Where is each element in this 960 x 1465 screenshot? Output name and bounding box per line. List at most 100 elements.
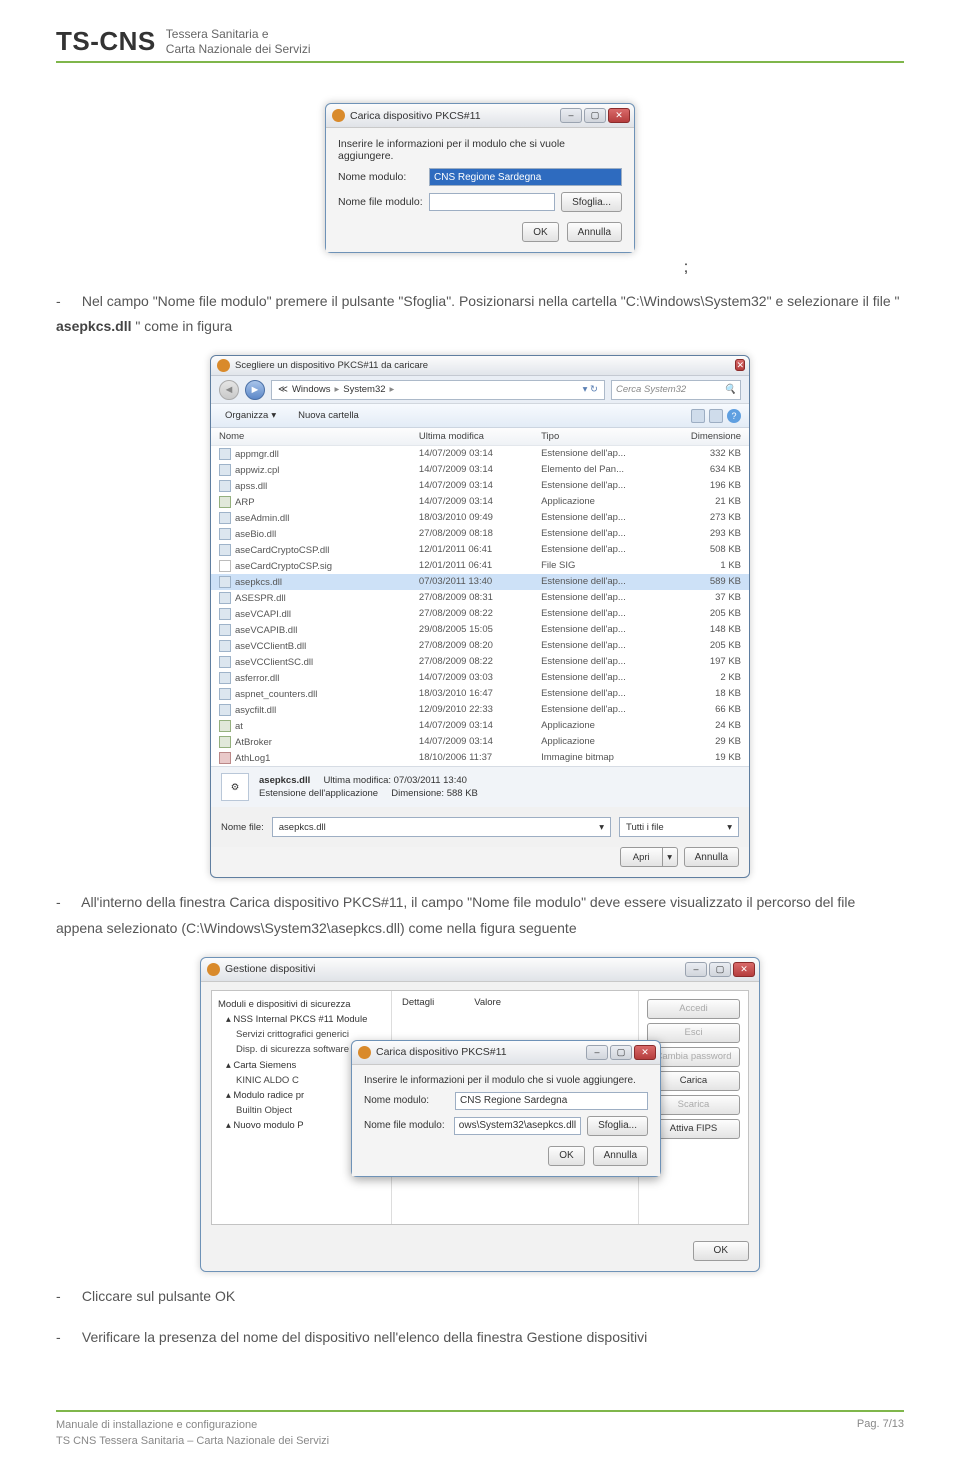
nav-forward-icon[interactable]: ► xyxy=(245,380,265,400)
filedlg-titlebar[interactable]: Scegliere un dispositivo PKCS#11 da cari… xyxy=(211,356,749,376)
file-row[interactable]: aseVCClientB.dll27/08/2009 08:20Estensio… xyxy=(211,638,749,654)
maximize-button[interactable]: ▢ xyxy=(709,962,731,977)
detail-col2: Valore xyxy=(474,997,501,1008)
close-button[interactable]: ✕ xyxy=(634,1045,656,1060)
overlay-title: Carica dispositivo PKCS#11 xyxy=(376,1046,507,1058)
file-row[interactable]: aseVCAPIB.dll29/08/2005 15:05Estensione … xyxy=(211,622,749,638)
file-row[interactable]: aseAdmin.dll18/03/2010 09:49Estensione d… xyxy=(211,510,749,526)
file-row[interactable]: aseCardCryptoCSP.sig12/01/2011 06:41File… xyxy=(211,558,749,574)
file-icon xyxy=(219,480,231,492)
maximize-button[interactable]: ▢ xyxy=(610,1045,632,1060)
filter-dropdown[interactable]: Tutti i file ▾ xyxy=(619,817,739,837)
module-file-input[interactable] xyxy=(429,193,555,211)
search-input[interactable]: Cerca System32 🔍 xyxy=(611,380,741,400)
browse-button[interactable]: Sfoglia... xyxy=(587,1116,648,1136)
cancel-button[interactable]: Annulla xyxy=(684,847,739,867)
col-size[interactable]: Dimensione xyxy=(663,431,741,442)
step3-text: Cliccare sul pulsante OK xyxy=(82,1288,235,1304)
file-row[interactable]: appwiz.cpl14/07/2009 03:14Elemento del P… xyxy=(211,462,749,478)
help-icon[interactable]: ? xyxy=(727,409,741,423)
filter-value: Tutti i file xyxy=(626,822,664,833)
preview-pane: ⚙ asepkcs.dll Ultima modifica: 07/03/201… xyxy=(211,766,749,807)
step-3: - Cliccare sul pulsante OK xyxy=(56,1284,904,1309)
file-icon xyxy=(219,512,231,524)
file-row[interactable]: at14/07/2009 03:14Applicazione24 KB xyxy=(211,718,749,734)
preview-name: asepkcs.dll xyxy=(259,775,310,786)
cancel-button[interactable]: Annulla xyxy=(567,222,622,242)
ok-button[interactable]: OK xyxy=(693,1241,749,1261)
address-bar[interactable]: ≪ Windows ▸ System32 ▸ ▾ ↻ xyxy=(271,380,605,400)
close-button[interactable]: ✕ xyxy=(733,962,755,977)
col-type[interactable]: Tipo xyxy=(541,431,663,442)
dialog-titlebar[interactable]: Carica dispositivo PKCS#11 – ▢ ✕ xyxy=(326,104,634,128)
col-date[interactable]: Ultima modifica xyxy=(419,431,541,442)
preview-size-label: Dimensione: xyxy=(391,788,444,799)
preview-type: Estensione dell'applicazione xyxy=(259,788,378,799)
minimize-button[interactable]: – xyxy=(560,108,582,123)
file-icon xyxy=(219,688,231,700)
detail-col1: Dettagli xyxy=(402,997,434,1008)
ok-button[interactable]: OK xyxy=(548,1146,584,1166)
file-row[interactable]: aseVCClientSC.dll27/08/2009 08:22Estensi… xyxy=(211,654,749,670)
firefox-icon xyxy=(358,1046,371,1059)
browse-button[interactable]: Sfoglia... xyxy=(561,192,622,212)
open-file-dialog: Scegliere un dispositivo PKCS#11 da cari… xyxy=(210,355,750,878)
module-name-input[interactable]: CNS Regione Sardegna xyxy=(429,168,622,186)
pkcs11-dialog-overlay: Carica dispositivo PKCS#11 – ▢ ✕ Inserir… xyxy=(351,1040,661,1177)
logout-button[interactable]: Esci xyxy=(647,1023,740,1043)
file-row[interactable]: ARP14/07/2009 03:14Applicazione21 KB xyxy=(211,494,749,510)
step-1: - Nel campo "Nome file modulo" premere i… xyxy=(56,289,904,339)
step1-c: " come in figura xyxy=(135,318,232,334)
file-row[interactable]: asferror.dll14/07/2009 03:03Estensione d… xyxy=(211,670,749,686)
open-button[interactable]: Apri ▾ xyxy=(620,847,678,867)
file-list[interactable]: Nome Ultima modifica Tipo Dimensione app… xyxy=(211,428,749,766)
preview-icon[interactable] xyxy=(709,409,723,423)
step4-text: Verificare la presenza del nome del disp… xyxy=(82,1329,647,1345)
ok-button[interactable]: OK xyxy=(522,222,558,242)
file-row[interactable]: asycfilt.dll12/09/2010 22:33Estensione d… xyxy=(211,702,749,718)
file-row[interactable]: aseBio.dll27/08/2009 08:18Estensione del… xyxy=(211,526,749,542)
page-number: Pag. 7/13 xyxy=(857,1418,904,1449)
file-list-header[interactable]: Nome Ultima modifica Tipo Dimensione xyxy=(211,428,749,446)
file-row[interactable]: AthLog118/10/2006 11:37Immagine bitmap19… xyxy=(211,750,749,766)
new-folder-button[interactable]: Nuova cartella xyxy=(292,407,365,425)
nav-back-icon[interactable]: ◄ xyxy=(219,380,239,400)
device-manager-dialog: Gestione dispositivi – ▢ ✕ Moduli e disp… xyxy=(200,957,760,1272)
overlay-name-input[interactable]: CNS Regione Sardegna xyxy=(455,1092,648,1110)
overlay-file-label: Nome file modulo: xyxy=(364,1120,448,1131)
file-icon xyxy=(219,560,231,572)
filename-input[interactable]: asepkcs.dll ▾ xyxy=(272,817,611,837)
file-row[interactable]: aspnet_counters.dll18/03/2010 16:47Esten… xyxy=(211,686,749,702)
file-row[interactable]: aseVCAPI.dll27/08/2009 08:22Estensione d… xyxy=(211,606,749,622)
filename-value: asepkcs.dll xyxy=(279,822,326,833)
file-row[interactable]: appmgr.dll14/07/2009 03:14Estensione del… xyxy=(211,446,749,462)
minimize-button[interactable]: – xyxy=(586,1045,608,1060)
file-icon xyxy=(219,640,231,652)
file-row[interactable]: aseCardCryptoCSP.dll12/01/2011 06:41Este… xyxy=(211,542,749,558)
step-2: - All'interno della finestra Carica disp… xyxy=(56,890,904,940)
file-icon xyxy=(219,544,231,556)
maximize-button[interactable]: ▢ xyxy=(584,108,606,123)
tree-node[interactable]: ▴ NSS Internal PKCS #11 Module xyxy=(218,1012,385,1027)
overlay-instruction: Inserire le informazioni per il modulo c… xyxy=(364,1075,648,1086)
overlay-titlebar[interactable]: Carica dispositivo PKCS#11 – ▢ ✕ xyxy=(352,1041,660,1065)
file-row[interactable]: apss.dll14/07/2009 03:14Estensione dell'… xyxy=(211,478,749,494)
organize-button[interactable]: Organizza ▾ xyxy=(219,407,282,425)
open-dropdown[interactable]: ▾ xyxy=(662,847,678,867)
col-name[interactable]: Nome xyxy=(219,431,419,442)
file-icon xyxy=(219,608,231,620)
close-button[interactable]: ✕ xyxy=(608,108,630,123)
overlay-file-input[interactable]: ows\System32\asepkcs.dll xyxy=(454,1117,581,1135)
gd-titlebar[interactable]: Gestione dispositivi – ▢ ✕ xyxy=(201,958,759,982)
search-placeholder: Cerca System32 xyxy=(616,384,686,395)
file-row[interactable]: ASESPR.dll27/08/2009 08:31Estensione del… xyxy=(211,590,749,606)
view-icon[interactable] xyxy=(691,409,705,423)
cancel-button[interactable]: Annulla xyxy=(593,1146,648,1166)
dialog-instruction: Inserire le informazioni per il modulo c… xyxy=(338,138,622,162)
login-button[interactable]: Accedi xyxy=(647,999,740,1019)
close-button[interactable]: ✕ xyxy=(735,359,745,371)
file-row[interactable]: asepkcs.dll07/03/2011 13:40Estensione de… xyxy=(211,574,749,590)
file-row[interactable]: AtBroker14/07/2009 03:14Applicazione29 K… xyxy=(211,734,749,750)
firefox-icon xyxy=(332,109,345,122)
minimize-button[interactable]: – xyxy=(685,962,707,977)
